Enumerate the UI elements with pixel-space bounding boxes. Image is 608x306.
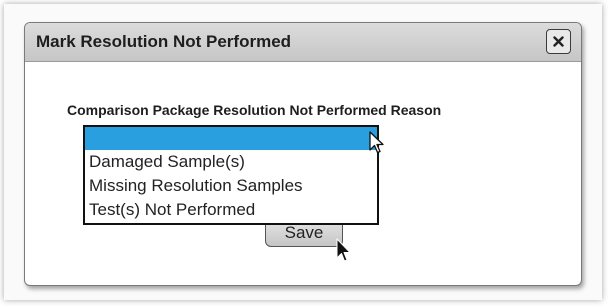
- close-icon: [553, 36, 564, 47]
- dialog-titlebar: Mark Resolution Not Performed: [25, 23, 581, 62]
- mark-resolution-dialog: Mark Resolution Not Performed Comparison…: [24, 22, 582, 286]
- reason-label: Comparison Package Resolution Not Perfor…: [67, 102, 442, 118]
- dropdown-option-missing-resolution-samples[interactable]: Missing Resolution Samples: [85, 174, 377, 198]
- mouse-pointer-icon: [336, 238, 351, 262]
- dropdown-option-blank[interactable]: [85, 127, 377, 150]
- mouse-pointer-icon: [369, 131, 384, 154]
- dropdown-option-damaged-samples[interactable]: Damaged Sample(s): [85, 150, 377, 174]
- dialog-title: Mark Resolution Not Performed: [36, 32, 292, 51]
- dropdown-option-tests-not-performed[interactable]: Test(s) Not Performed: [85, 198, 377, 222]
- reason-dropdown-list[interactable]: Damaged Sample(s) Missing Resolution Sam…: [83, 125, 379, 225]
- close-button[interactable]: [546, 29, 571, 54]
